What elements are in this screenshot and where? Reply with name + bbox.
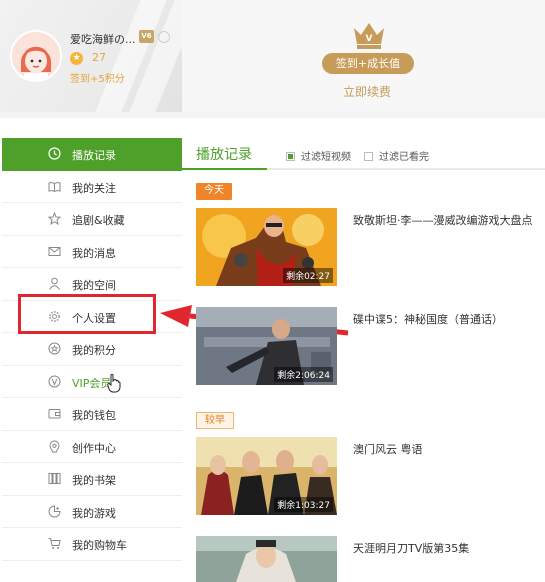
envelope-icon bbox=[48, 246, 61, 256]
sidebar-item-cart[interactable]: 我的购物车 bbox=[2, 528, 182, 561]
points-value: 27 bbox=[92, 51, 106, 64]
video-title[interactable]: 碟中谍5：神秘国度（普通话） bbox=[353, 311, 503, 327]
sidebar-item-favorites[interactable]: 追剧&收藏 bbox=[2, 203, 182, 236]
filter-short-label: 过滤短视频 bbox=[301, 152, 351, 163]
video-title[interactable]: 天涯明月刀TV版第35集 bbox=[353, 540, 469, 556]
cart-icon bbox=[48, 538, 61, 549]
svg-text:V: V bbox=[366, 34, 373, 44]
sidebar-item-games[interactable]: 我的游戏 bbox=[2, 496, 182, 528]
star-icon bbox=[48, 212, 61, 225]
avatar[interactable] bbox=[10, 30, 62, 82]
remaining-time: 剩余1:03:27 bbox=[274, 497, 333, 512]
sign-bonus-text: 签到+5积分 bbox=[70, 74, 125, 85]
profile-card: 爱吃海鲜の... V6 ★ 27 签到+5积分 bbox=[0, 0, 201, 112]
person-icon bbox=[49, 277, 60, 290]
book-open-icon bbox=[48, 181, 61, 192]
game-icon bbox=[48, 504, 61, 517]
sidebar-item-label: 我的书架 bbox=[72, 474, 116, 487]
profile-header: 爱吃海鲜の... V6 ★ 27 签到+5积分 V 签到+成长值 立即续费 bbox=[0, 0, 545, 118]
sidebar-item-label: 我的空间 bbox=[72, 279, 116, 292]
username[interactable]: 爱吃海鲜の... bbox=[70, 31, 136, 47]
video-thumbnail[interactable]: 剩余2:06:24 bbox=[196, 307, 337, 385]
sidebar-item-bookshelf[interactable]: 我的书架 bbox=[2, 463, 182, 496]
page-title: 播放记录 bbox=[196, 147, 252, 163]
video-title[interactable]: 致敬斯坦·李——漫威改编游戏大盘点 bbox=[353, 212, 533, 228]
sidebar-item-label: 播放记录 bbox=[72, 149, 116, 162]
sidebar-item-wallet[interactable]: 我的钱包 bbox=[2, 398, 182, 431]
filter-watched-label: 过滤已看完 bbox=[379, 152, 429, 163]
date-tag-earlier: 较早 bbox=[196, 412, 234, 429]
sidebar-item-label: VIP会员 bbox=[72, 376, 112, 390]
bookshelf-icon bbox=[48, 473, 61, 484]
video-thumbnail[interactable]: 剩余02:27 bbox=[196, 208, 337, 286]
sidebar-item-label: 我的关注 bbox=[72, 181, 116, 195]
filter-watched[interactable]: 过滤已看完 bbox=[364, 148, 429, 163]
video-thumbnail[interactable] bbox=[196, 536, 337, 582]
creator-icon bbox=[49, 439, 60, 452]
renew-link[interactable]: 立即续费 bbox=[343, 83, 391, 100]
sidebar-item-creator[interactable]: 创作中心 bbox=[2, 431, 182, 463]
clock-icon bbox=[48, 147, 61, 160]
checkbox-icon[interactable] bbox=[364, 152, 373, 161]
sidebar-item-label: 我的消息 bbox=[72, 246, 116, 260]
sidebar-item-label: 追剧&收藏 bbox=[72, 214, 125, 227]
sign-in-button[interactable]: 签到+成长值 bbox=[322, 53, 414, 74]
sidebar-item-label: 我的积分 bbox=[72, 344, 116, 357]
remaining-time: 剩余02:27 bbox=[283, 268, 333, 283]
hand-cursor-icon bbox=[107, 373, 121, 392]
sidebar-item-label: 创作中心 bbox=[72, 441, 116, 455]
badge-icon[interactable] bbox=[158, 31, 170, 43]
sidebar-item-label: 我的钱包 bbox=[72, 409, 116, 422]
filter-short-video[interactable]: 过滤短视频 bbox=[286, 148, 351, 163]
sidebar-item-following[interactable]: 我的关注 bbox=[2, 171, 182, 203]
sidebar-item-vip[interactable]: VIP会员 bbox=[2, 366, 182, 398]
sidebar-item-messages[interactable]: 我的消息 bbox=[2, 236, 182, 268]
date-tag-today: 今天 bbox=[196, 183, 232, 200]
remaining-time: 剩余2:06:24 bbox=[274, 367, 333, 382]
sidebar-item-label: 我的购物车 bbox=[72, 539, 127, 552]
coin-icon: ★ bbox=[70, 52, 83, 65]
video-thumbnail[interactable]: 剩余1:03:27 bbox=[196, 437, 337, 515]
checkbox-icon[interactable] bbox=[286, 152, 295, 161]
video-title[interactable]: 澳门风云 粤语 bbox=[353, 441, 423, 457]
sidebar-item-play-history[interactable]: 播放记录 bbox=[2, 138, 182, 171]
sidebar-item-label: 我的游戏 bbox=[72, 506, 116, 520]
medal-icon bbox=[48, 342, 61, 355]
sidebar: 播放记录 我的关注 追剧&收藏 我的消息 我的空间 个人设置 我的积分 VIP会… bbox=[2, 138, 182, 561]
title-underline bbox=[182, 168, 545, 170]
crown-icon: V bbox=[354, 23, 384, 49]
wallet-icon bbox=[48, 409, 61, 419]
vip-level-badge: V6 bbox=[139, 30, 154, 43]
vip-icon bbox=[48, 375, 61, 387]
highlight-box bbox=[18, 294, 156, 334]
